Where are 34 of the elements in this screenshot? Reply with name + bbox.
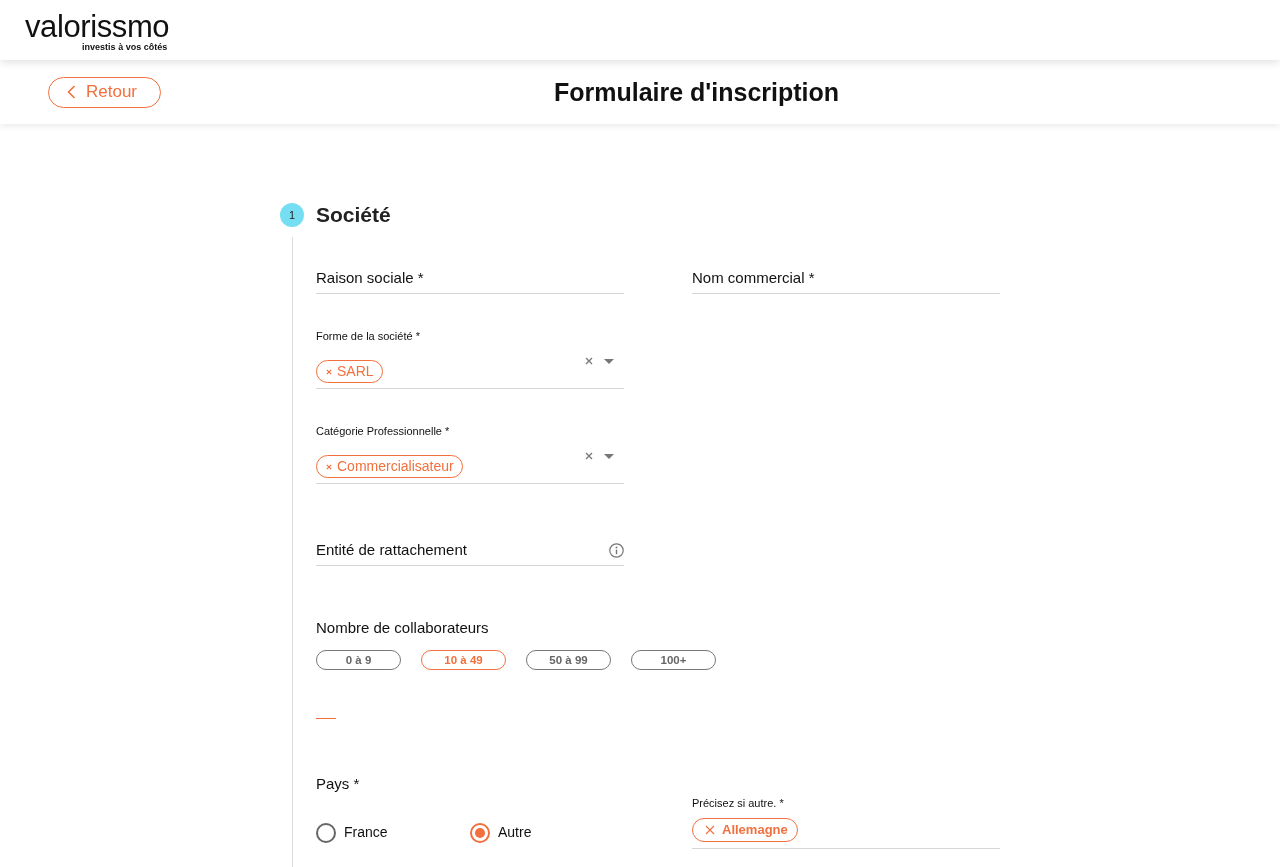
field-label: Pays * xyxy=(316,774,360,794)
input-field[interactable]: Entité de rattachement xyxy=(316,540,624,566)
clear-icon[interactable] xyxy=(585,357,593,365)
radio-option[interactable]: France xyxy=(316,822,470,843)
field-label: Nom commercial * xyxy=(692,268,815,288)
option-button[interactable]: 100+ xyxy=(631,650,716,670)
caret-down-icon[interactable] xyxy=(604,358,614,364)
option-button[interactable]: 0 à 9 xyxy=(316,650,401,670)
back-button[interactable]: Retour xyxy=(48,76,161,108)
page-title: Formulaire d'inscription xyxy=(552,77,841,107)
input-field[interactable]: Nom commercial * xyxy=(692,268,1000,294)
logo-tagline: investis à vos côtés xyxy=(82,42,168,53)
field-label: Raison sociale * xyxy=(316,268,424,288)
step-number: 1 xyxy=(280,203,304,227)
field-label: Forme de la société * xyxy=(316,329,420,343)
option-button[interactable]: 50 à 99 xyxy=(526,650,611,670)
clear-icon[interactable] xyxy=(585,452,593,460)
input-field[interactable]: Raison sociale * xyxy=(316,268,624,294)
tag-chip[interactable]: Commercialisateur xyxy=(316,455,463,478)
logo-wordmark: valorissmo xyxy=(25,13,170,40)
section-title: Société xyxy=(316,202,391,228)
field-label: Catégorie Professionnelle * xyxy=(316,424,450,438)
field-label: Précisez si autre. * xyxy=(692,796,784,810)
chevron-left-icon xyxy=(67,85,76,99)
caret-down-icon[interactable] xyxy=(604,453,614,459)
close-icon[interactable] xyxy=(326,368,332,375)
radio-button[interactable] xyxy=(316,822,336,843)
select-field[interactable]: Commercialisateur xyxy=(316,455,624,484)
field-label: Nombre de collaborateurs xyxy=(316,618,489,638)
radio-option[interactable]: Autre xyxy=(470,822,624,843)
close-icon[interactable] xyxy=(705,825,715,835)
close-icon[interactable] xyxy=(326,463,332,470)
radio-button[interactable] xyxy=(470,822,490,843)
field-label: Entité de rattachement xyxy=(316,540,467,560)
